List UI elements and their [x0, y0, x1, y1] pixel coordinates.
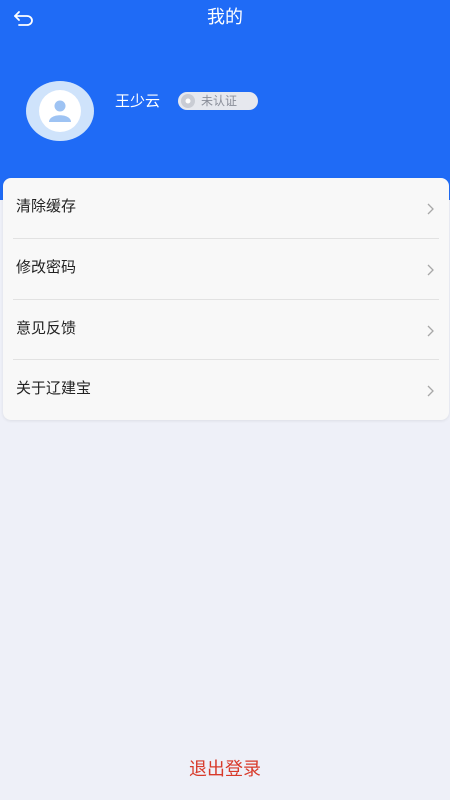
page-title: 我的: [207, 7, 243, 28]
user-name: 王少云: [115, 92, 161, 110]
menu-item-label: 关于辽建宝: [16, 379, 92, 397]
header: 我的 王少云 未认证: [0, 0, 450, 200]
chevron-right-icon: [427, 325, 434, 337]
menu-item-feedback[interactable]: 意见反馈: [3, 300, 449, 360]
verification-badge[interactable]: 未认证: [178, 92, 258, 110]
chevron-right-icon: [427, 264, 434, 276]
chevron-right-icon: [427, 203, 434, 215]
badge-label: 未认证: [201, 94, 238, 108]
menu-card: 清除缓存 修改密码 意见反馈 关于辽建宝: [3, 178, 449, 420]
chevron-right-icon: [427, 385, 434, 397]
logout-button[interactable]: 退出登录: [0, 758, 450, 782]
menu-item-about[interactable]: 关于辽建宝: [3, 360, 449, 420]
menu-item-label: 清除缓存: [16, 197, 77, 215]
shield-icon: [181, 94, 195, 108]
menu-item-clear-cache[interactable]: 清除缓存: [3, 178, 449, 238]
menu-item-label: 意见反馈: [16, 319, 77, 337]
avatar[interactable]: [26, 81, 94, 141]
menu-item-label: 修改密码: [16, 258, 77, 276]
menu-item-change-password[interactable]: 修改密码: [3, 239, 449, 299]
user-avatar-icon: [39, 90, 81, 132]
